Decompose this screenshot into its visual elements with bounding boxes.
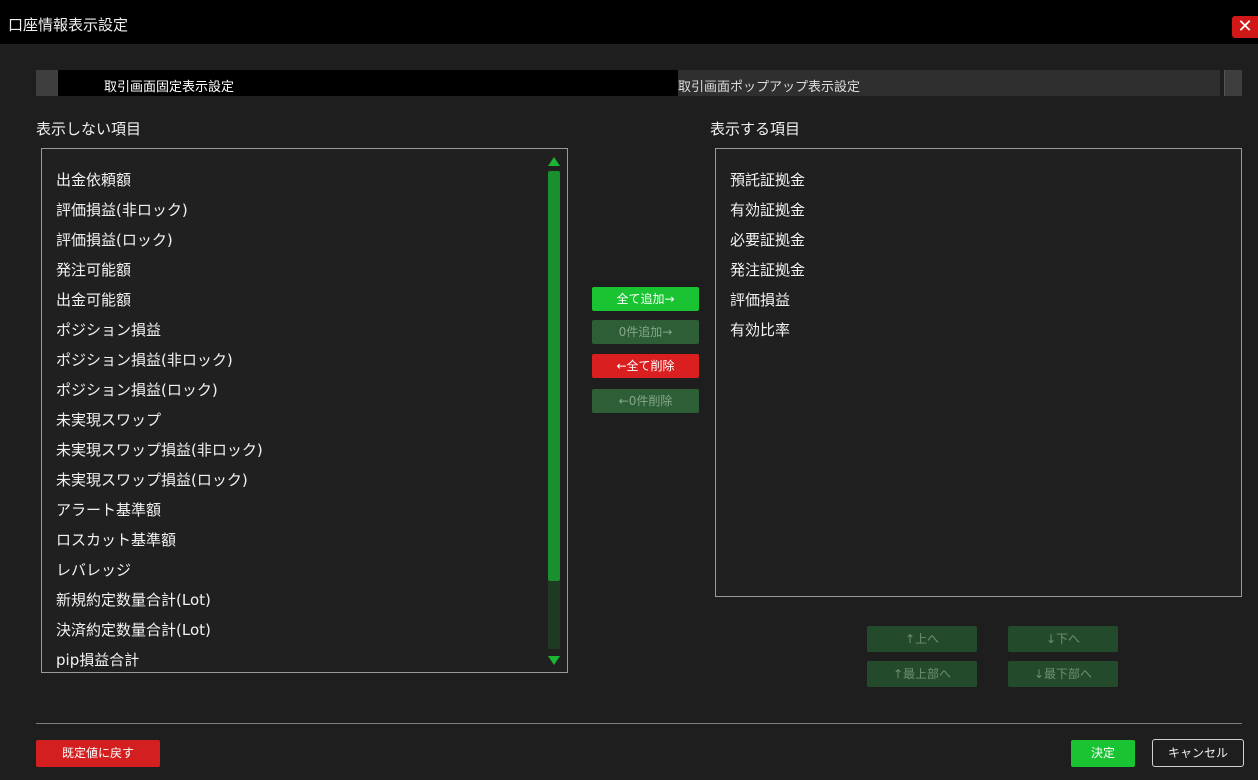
list-item[interactable]: 有効比率 — [730, 319, 790, 340]
shown-items-heading: 表示する項目 — [710, 120, 801, 138]
move-up-button[interactable]: ↑上へ — [867, 626, 977, 652]
list-item[interactable]: ポジション損益 — [56, 319, 161, 340]
scroll-down-arrow-icon[interactable] — [548, 656, 560, 665]
list-item[interactable]: ポジション損益(非ロック) — [56, 349, 233, 370]
cancel-button[interactable]: キャンセル — [1152, 739, 1244, 767]
tab-bar-left-cap — [36, 70, 58, 96]
list-item[interactable]: 出金依頼額 — [56, 169, 131, 190]
scrollbar[interactable] — [547, 157, 561, 665]
scroll-thumb[interactable] — [548, 171, 560, 581]
list-item[interactable]: 評価損益(非ロック) — [56, 199, 188, 220]
list-item[interactable]: ポジション損益(ロック) — [56, 379, 218, 400]
remove-all-button[interactable]: ←全て削除 — [592, 354, 699, 378]
list-item[interactable]: 発注可能額 — [56, 259, 131, 280]
ok-button[interactable]: 決定 — [1071, 740, 1135, 767]
move-top-button[interactable]: ↑最上部へ — [867, 661, 977, 687]
list-item[interactable]: 発注証拠金 — [730, 259, 805, 280]
hidden-items-list[interactable]: 出金依頼額 評価損益(非ロック) 評価損益(ロック) 発注可能額 出金可能額 ポ… — [41, 148, 568, 673]
list-item[interactable]: 新規約定数量合計(Lot) — [56, 589, 211, 610]
list-item[interactable]: pip損益合計 — [56, 649, 139, 670]
list-item[interactable]: 有効証拠金 — [730, 199, 805, 220]
scroll-up-arrow-icon[interactable] — [548, 157, 560, 166]
list-item[interactable]: 預託証拠金 — [730, 169, 805, 190]
list-item[interactable]: 必要証拠金 — [730, 229, 805, 250]
shown-items-list[interactable]: 預託証拠金 有効証拠金 必要証拠金 発注証拠金 評価損益 有効比率 — [715, 148, 1242, 597]
close-icon[interactable]: ✕ — [1232, 16, 1258, 38]
tab-bar-right-cap — [1224, 70, 1242, 96]
tab-bar: 取引画面固定表示設定 取引画面ポップアップ表示設定 — [36, 70, 1242, 96]
list-item[interactable]: ロスカット基準額 — [56, 529, 176, 550]
list-item[interactable]: アラート基準額 — [56, 499, 161, 520]
footer-divider — [36, 723, 1242, 724]
hidden-items-heading: 表示しない項目 — [36, 120, 142, 138]
list-item[interactable]: 決済約定数量合計(Lot) — [56, 619, 211, 640]
tab-popup-display[interactable]: 取引画面ポップアップ表示設定 — [678, 70, 1220, 96]
list-item[interactable]: 未実現スワップ損益(ロック) — [56, 469, 248, 490]
add-all-button[interactable]: 全て追加→ — [592, 287, 699, 311]
list-item[interactable]: 未実現スワップ — [56, 409, 161, 430]
scroll-track-remainder[interactable] — [548, 581, 560, 649]
title-bar: 口座情報表示設定 ✕ — [0, 0, 1258, 44]
list-item[interactable]: 評価損益 — [730, 289, 790, 310]
remove-selected-button[interactable]: ←0件削除 — [592, 389, 699, 413]
list-item[interactable]: 評価損益(ロック) — [56, 229, 173, 250]
move-bottom-button[interactable]: ↓最下部へ — [1008, 661, 1118, 687]
reset-defaults-button[interactable]: 既定値に戻す — [36, 740, 160, 767]
tab-fixed-display[interactable]: 取引画面固定表示設定 — [58, 70, 678, 96]
window-title: 口座情報表示設定 — [8, 16, 129, 34]
list-item[interactable]: 未実現スワップ損益(非ロック) — [56, 439, 263, 460]
list-item[interactable]: レバレッジ — [56, 559, 131, 580]
add-selected-button[interactable]: 0件追加→ — [592, 320, 699, 344]
list-item[interactable]: 出金可能額 — [56, 289, 131, 310]
move-down-button[interactable]: ↓下へ — [1008, 626, 1118, 652]
